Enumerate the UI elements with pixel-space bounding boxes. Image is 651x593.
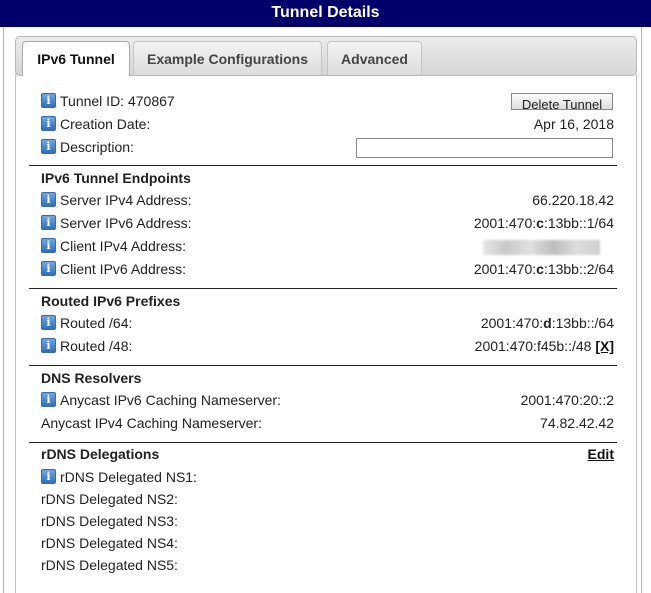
divider [29, 288, 617, 289]
divider [29, 165, 617, 166]
client-ipv6-value: 2001:470:c:13bb::2/64 [473, 261, 614, 277]
routed-64-label: Routed /64: [60, 315, 133, 331]
creation-date-label: Creation Date: [60, 116, 151, 132]
tab-ipv6-tunnel[interactable]: IPv6 Tunnel [22, 41, 130, 76]
rdns-edit-row: Edit [41, 444, 614, 464]
client-ipv6-label: Client IPv6 Address: [60, 261, 187, 277]
info-icon[interactable]: i [41, 139, 56, 154]
description-label: Description: [60, 139, 134, 155]
window-title: Tunnel Details [0, 0, 651, 27]
info-icon[interactable]: i [41, 116, 56, 131]
routed-64-value: 2001:470:d:13bb::/64 [480, 315, 614, 331]
info-icon[interactable]: i [41, 215, 56, 230]
rdns-ns3-row: rDNS Delegated NS3: [41, 511, 614, 531]
routed-heading: Routed IPv6 Prefixes [41, 293, 181, 309]
routed-48-label: Routed /48: [60, 338, 133, 354]
routed-48-value: 2001:470:f45b::/48 [X] [474, 338, 614, 354]
anycast-ipv4-value: 74.82.42.42 [540, 415, 614, 431]
info-icon[interactable]: i [41, 238, 56, 253]
rdns-ns3-label: rDNS Delegated NS3: [41, 513, 178, 529]
rdns-ns1-label: rDNS Delegated NS1: [60, 469, 197, 485]
anycast-ipv4-label: Anycast IPv4 Caching Nameserver: [41, 415, 262, 431]
info-icon[interactable]: i [41, 93, 56, 108]
client-ipv4-label: Client IPv4 Address: [60, 238, 187, 254]
creation-date-value: Apr 16, 2018 [533, 116, 614, 132]
info-icon[interactable]: i [41, 315, 56, 330]
rdns-ns5-row: rDNS Delegated NS5: [41, 555, 614, 575]
rdns-ns5-label: rDNS Delegated NS5: [41, 557, 178, 573]
rdns-ns2-label: rDNS Delegated NS2: [41, 491, 178, 507]
info-icon[interactable]: i [41, 469, 56, 484]
server-ipv4-label: Server IPv4 Address: [60, 192, 192, 208]
creation-date-row: i Creation Date: Apr 16, 2018 [41, 114, 614, 134]
rdns-ns1-row: i rDNS Delegated NS1: [41, 467, 614, 487]
anycast-ipv4-row: Anycast IPv4 Caching Nameserver: 74.82.4… [41, 413, 614, 433]
divider [29, 365, 617, 366]
server-ipv4-row: i Server IPv4 Address: 66.220.18.42 [41, 190, 614, 210]
info-icon[interactable]: i [41, 392, 56, 407]
rdns-ns4-label: rDNS Delegated NS4: [41, 535, 178, 551]
anycast-ipv6-row: i Anycast IPv6 Caching Nameserver: 2001:… [41, 390, 614, 410]
endpoints-heading: IPv6 Tunnel Endpoints [41, 170, 191, 186]
description-field[interactable] [356, 138, 613, 158]
routed-64-row: i Routed /64: 2001:470:d:13bb::/64 [41, 313, 614, 333]
rdns-edit-link[interactable]: Edit [588, 444, 614, 464]
delete-tunnel-button[interactable]: Delete Tunnel [511, 93, 613, 110]
server-ipv6-value: 2001:470:c:13bb::1/64 [473, 215, 614, 231]
tunnel-id-label: Tunnel ID: 470867 [60, 93, 175, 109]
server-ipv4-value: 66.220.18.42 [532, 192, 614, 208]
rdns-ns2-row: rDNS Delegated NS2: [41, 489, 614, 509]
anycast-ipv6-value: 2001:470:20::2 [520, 392, 614, 408]
tunnel-id-value: 470867 [127, 93, 175, 109]
rdns-ns4-row: rDNS Delegated NS4: [41, 533, 614, 553]
server-ipv6-label: Server IPv6 Address: [60, 215, 192, 231]
info-icon[interactable]: i [41, 338, 56, 353]
info-icon[interactable]: i [41, 192, 56, 207]
server-ipv6-row: i Server IPv6 Address: 2001:470:c:13bb::… [41, 213, 614, 233]
tab-example-configurations[interactable]: Example Configurations [133, 41, 322, 75]
routed-48-row: i Routed /48: 2001:470:f45b::/48 [X] [41, 336, 614, 356]
info-icon[interactable]: i [41, 261, 56, 276]
client-ipv6-row: i Client IPv6 Address: 2001:470:c:13bb::… [41, 259, 614, 279]
client-ipv4-value-redacted [483, 240, 600, 255]
anycast-ipv6-label: Anycast IPv6 Caching Nameserver: [60, 392, 281, 408]
divider [29, 442, 617, 443]
tab-advanced[interactable]: Advanced [327, 41, 422, 75]
dns-heading: DNS Resolvers [41, 370, 142, 386]
remove-48-link[interactable]: [X] [595, 338, 614, 354]
